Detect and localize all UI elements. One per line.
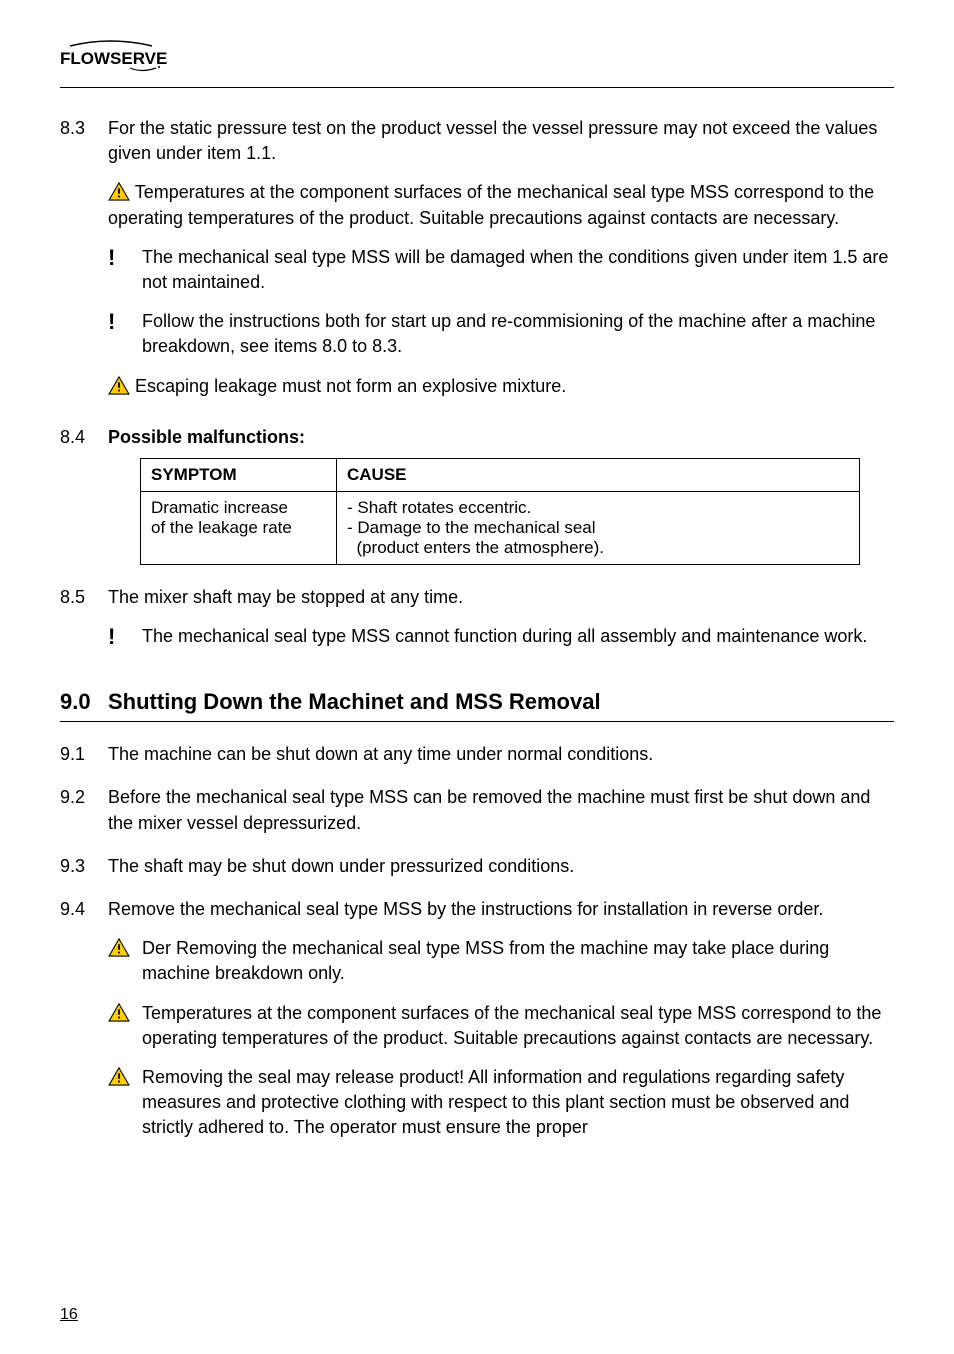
- logo: FLOWSERVE: [60, 40, 894, 79]
- warning-icon: [108, 1067, 130, 1086]
- caution-icon: !: [108, 247, 115, 269]
- section-8-3-caution-2: Follow the instructions both for start u…: [142, 309, 894, 359]
- section-number-9-3: 9.3: [60, 854, 108, 879]
- table-row: Dramatic increase of the leakage rate - …: [141, 491, 860, 564]
- section-number-9-1: 9.1: [60, 742, 108, 767]
- caution-icon: !: [108, 626, 115, 648]
- section-9-heading: Shutting Down the Machinet and MSS Remov…: [108, 689, 601, 715]
- section-9-4-warning-2: Temperatures at the component surfaces o…: [142, 1001, 894, 1051]
- section-number-8-4: 8.4: [60, 425, 108, 450]
- page-number: 16: [60, 1306, 78, 1324]
- section-9-4-warning-3: Removing the seal may release product! A…: [142, 1065, 894, 1141]
- section-number-9: 9.0: [60, 689, 108, 715]
- warning-icon: [108, 376, 130, 395]
- warning-icon: [108, 938, 130, 957]
- section-number-8-3: 8.3: [60, 116, 108, 407]
- section-8-3-caution-1: The mechanical seal type MSS will be dam…: [142, 245, 894, 295]
- section-number-9-4: 9.4: [60, 897, 108, 1149]
- table-header-cause: CAUSE: [337, 458, 860, 491]
- section-number-9-2: 9.2: [60, 785, 108, 835]
- section-9-2-text: Before the mechanical seal type MSS can …: [108, 785, 894, 835]
- section-divider: [60, 721, 894, 722]
- malfunctions-table: SYMPTOM CAUSE Dramatic increase of the l…: [140, 458, 860, 565]
- section-8-5-text: The mixer shaft may be stopped at any ti…: [108, 585, 894, 610]
- section-8-3-warning-1: Temperatures at the component surfaces o…: [108, 180, 894, 230]
- warning-icon: [108, 1003, 130, 1022]
- table-header-row: SYMPTOM CAUSE: [141, 458, 860, 491]
- logo-text: FLOWSERVE: [60, 49, 167, 68]
- section-9-4-text: Remove the mechanical seal type MSS by t…: [108, 897, 894, 922]
- warning-icon: [108, 182, 130, 201]
- caution-icon: !: [108, 311, 115, 333]
- section-9-1-text: The machine can be shut down at any time…: [108, 742, 894, 767]
- table-cell-cause: - Shaft rotates eccentric. - Damage to t…: [337, 491, 860, 564]
- table-cell-symptom: Dramatic increase of the leakage rate: [141, 491, 337, 564]
- section-8-5-caution-1: The mechanical seal type MSS cannot func…: [142, 624, 894, 651]
- section-8-3-warning-2: Escaping leakage must not form an explos…: [108, 374, 894, 399]
- section-8-4-heading: Possible malfunctions:: [108, 427, 305, 447]
- section-9-4-warning-1: Der Removing the mechanical seal type MS…: [142, 936, 894, 986]
- section-9-3-text: The shaft may be shut down under pressur…: [108, 854, 894, 879]
- section-number-8-5: 8.5: [60, 585, 108, 659]
- table-header-symptom: SYMPTOM: [141, 458, 337, 491]
- section-8-3-text: For the static pressure test on the prod…: [108, 116, 894, 166]
- header-divider: [60, 87, 894, 88]
